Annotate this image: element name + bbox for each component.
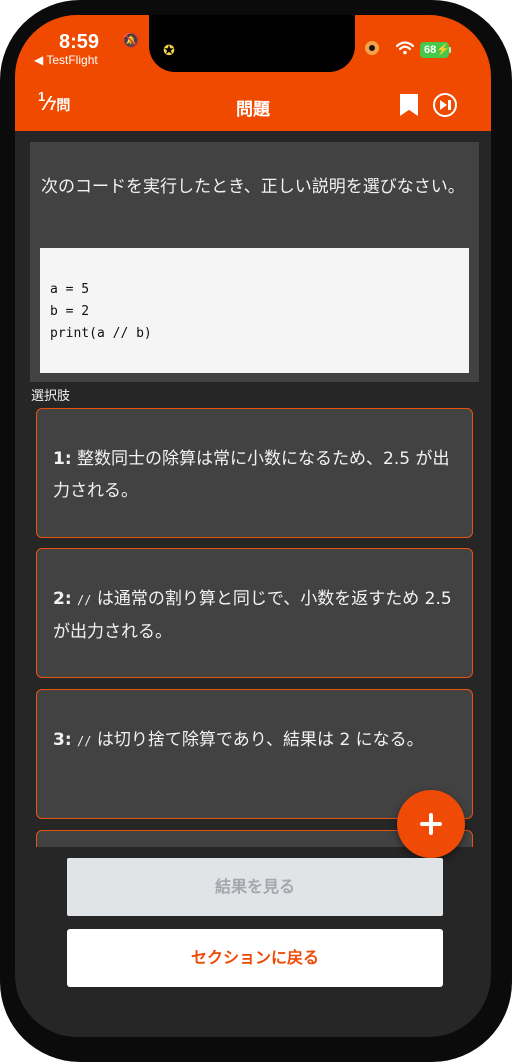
question-card: 次のコードを実行したとき、正しい説明を選びなさい。 a = 5 b = 2 pr… <box>30 142 479 382</box>
choice-2[interactable]: 2: // は通常の割り算と同じで、小数を返すため 2.5 が出力される。 <box>36 548 473 678</box>
view-result-button[interactable]: 結果を見る <box>67 858 443 916</box>
choice-number: 1: <box>53 449 72 469</box>
header-bar: 8:59 🔕 ◀ TestFlight ✪ 68⚡ 1⁄7問 問題 <box>15 15 491 131</box>
back-to-section-button[interactable]: セクションに戻る <box>67 929 443 987</box>
choice-text: 3: // は切り捨て除算であり、結果は 2 になる。 <box>53 724 453 757</box>
mute-switch <box>0 128 3 156</box>
choice-code: // <box>77 593 92 607</box>
choice-number: 2: <box>53 589 72 609</box>
battery-icon: 68⚡ <box>420 42 450 58</box>
back-to-app-link[interactable]: ◀ TestFlight <box>34 53 98 67</box>
code-block: a = 5 b = 2 print(a // b) <box>40 248 469 373</box>
navigation-activity-icon: ✪ <box>163 43 175 59</box>
recording-indicator-icon <box>365 41 379 55</box>
choice-text: 2: // は通常の割り算と同じで、小数を返すため 2.5 が出力される。 <box>53 583 453 648</box>
status-time: 8:59 <box>59 31 100 53</box>
choice-description: は通常の割り算と同じで、小数を返すため 2.5 が出力される。 <box>53 589 452 642</box>
skip-forward-icon[interactable] <box>433 93 457 117</box>
battery-cap <box>449 47 451 53</box>
dynamic-island <box>149 15 355 72</box>
choice-description: 整数同士の除算は常に小数になるため、2.5 が出力される。 <box>53 449 450 501</box>
app-screen: 8:59 🔕 ◀ TestFlight ✪ 68⚡ 1⁄7問 問題 次のコードを… <box>15 15 491 1037</box>
code-line: a = 5 <box>50 282 90 297</box>
choice-number: 3: <box>53 730 72 750</box>
choice-code: // <box>77 734 92 748</box>
wifi-icon <box>396 41 414 55</box>
question-text: 次のコードを実行したとき、正しい説明を選びなさい。 <box>41 177 465 197</box>
bell-slash-icon: 🔕 <box>122 33 140 49</box>
choice-description: は切り捨て除算であり、結果は 2 になる。 <box>96 730 424 750</box>
add-button[interactable] <box>397 790 465 858</box>
volume-down-button <box>0 256 3 314</box>
code-line: b = 2 <box>50 304 90 319</box>
code-line: print(a // b) <box>50 326 152 341</box>
choices-list: 1: 整数同士の除算は常に小数になるため、2.5 が出力される。 2: // は… <box>15 400 491 847</box>
volume-up-button <box>0 182 3 240</box>
choice-1[interactable]: 1: 整数同士の除算は常に小数になるため、2.5 が出力される。 <box>36 408 473 538</box>
battery-level: 68 <box>424 44 437 56</box>
choice-text: 1: 整数同士の除算は常に小数になるため、2.5 が出力される。 <box>53 443 453 507</box>
page-title: 問題 <box>236 100 270 120</box>
